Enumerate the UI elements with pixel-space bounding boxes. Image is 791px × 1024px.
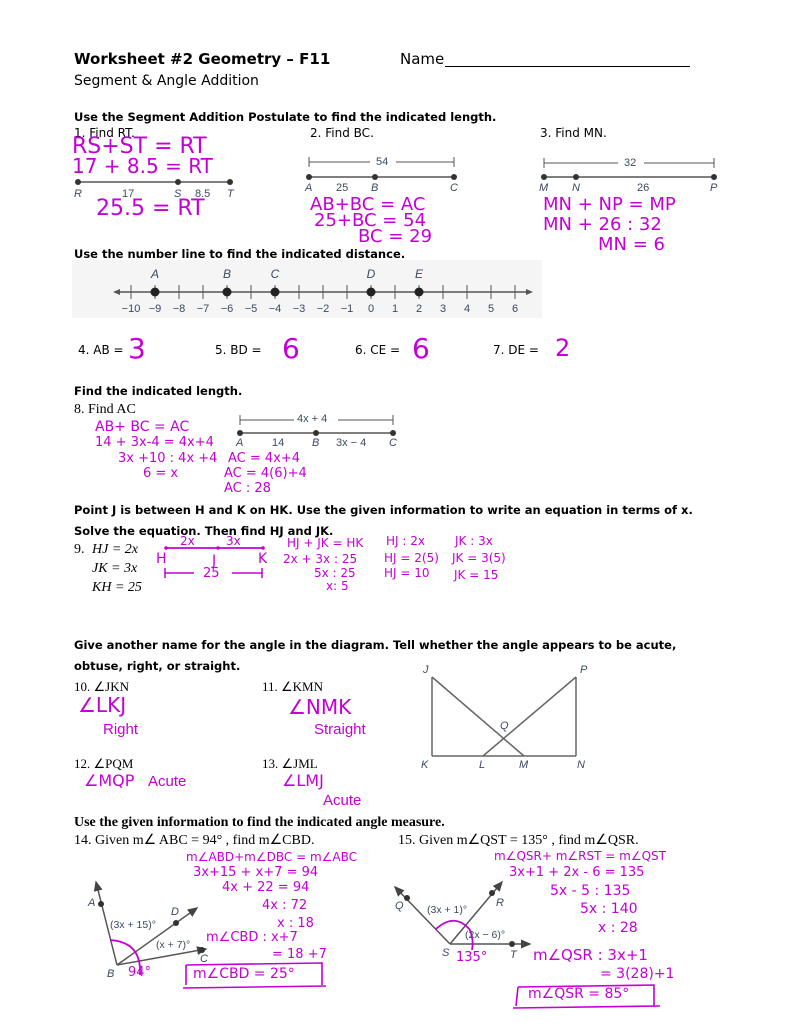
p14-point-b: B xyxy=(107,968,115,980)
p14-point-c: C xyxy=(200,953,208,965)
p15-answer: m∠QSR = 85° xyxy=(528,986,630,1002)
angle-qst-diagram xyxy=(393,880,532,951)
p14-work-3: 4x + 22 = 94 xyxy=(222,880,310,895)
p15-angle-qsr-label: (3x + 1)° xyxy=(427,904,468,916)
p14-work-5: x : 18 xyxy=(277,916,314,931)
p14-marked-angle: 94° xyxy=(128,965,152,980)
p15-marked-angle: 135° xyxy=(456,950,488,965)
p14-angle-dbc-label: (x + 7)° xyxy=(156,939,191,951)
p15-work-1: m∠QSR+ m∠RST = m∠QST xyxy=(494,849,666,863)
p15-work-7: = 3(28)+1 xyxy=(600,966,675,982)
p15-work-2: 3x+1 + 2x - 6 = 135 xyxy=(509,865,645,880)
p15-point-r: R xyxy=(496,897,504,909)
p14-point-d: D xyxy=(171,906,179,918)
p14-point-a: A xyxy=(88,897,96,909)
p15-work-4: 5x : 140 xyxy=(580,901,638,917)
p14-angle-abd-label: (3x + 15)° xyxy=(110,919,156,931)
p14-work-6: m∠CBD : x+7 xyxy=(206,930,298,945)
p15-point-s: S xyxy=(442,947,450,959)
p15-point-t: T xyxy=(510,949,517,961)
p14-work-4: 4x : 72 xyxy=(262,898,308,913)
angle-diagrams-14-15 xyxy=(93,880,661,1009)
p14-answer: m∠CBD = 25° xyxy=(193,966,295,982)
p15-work-6: m∠QSR : 3x+1 xyxy=(533,946,648,964)
p15-angle-rst-label: (2x − 6)° xyxy=(465,929,506,941)
p15-work-5: x : 28 xyxy=(598,920,638,936)
p14-work-2: 3x+15 + x+7 = 94 xyxy=(193,865,319,880)
p14-work-1: m∠ABD+m∠DBC = m∠ABC xyxy=(186,850,358,864)
p15-work-3: 5x - 5 : 135 xyxy=(550,883,631,899)
p14-work-7: = 18 +7 xyxy=(272,947,327,962)
p15-point-q: Q xyxy=(395,900,404,912)
